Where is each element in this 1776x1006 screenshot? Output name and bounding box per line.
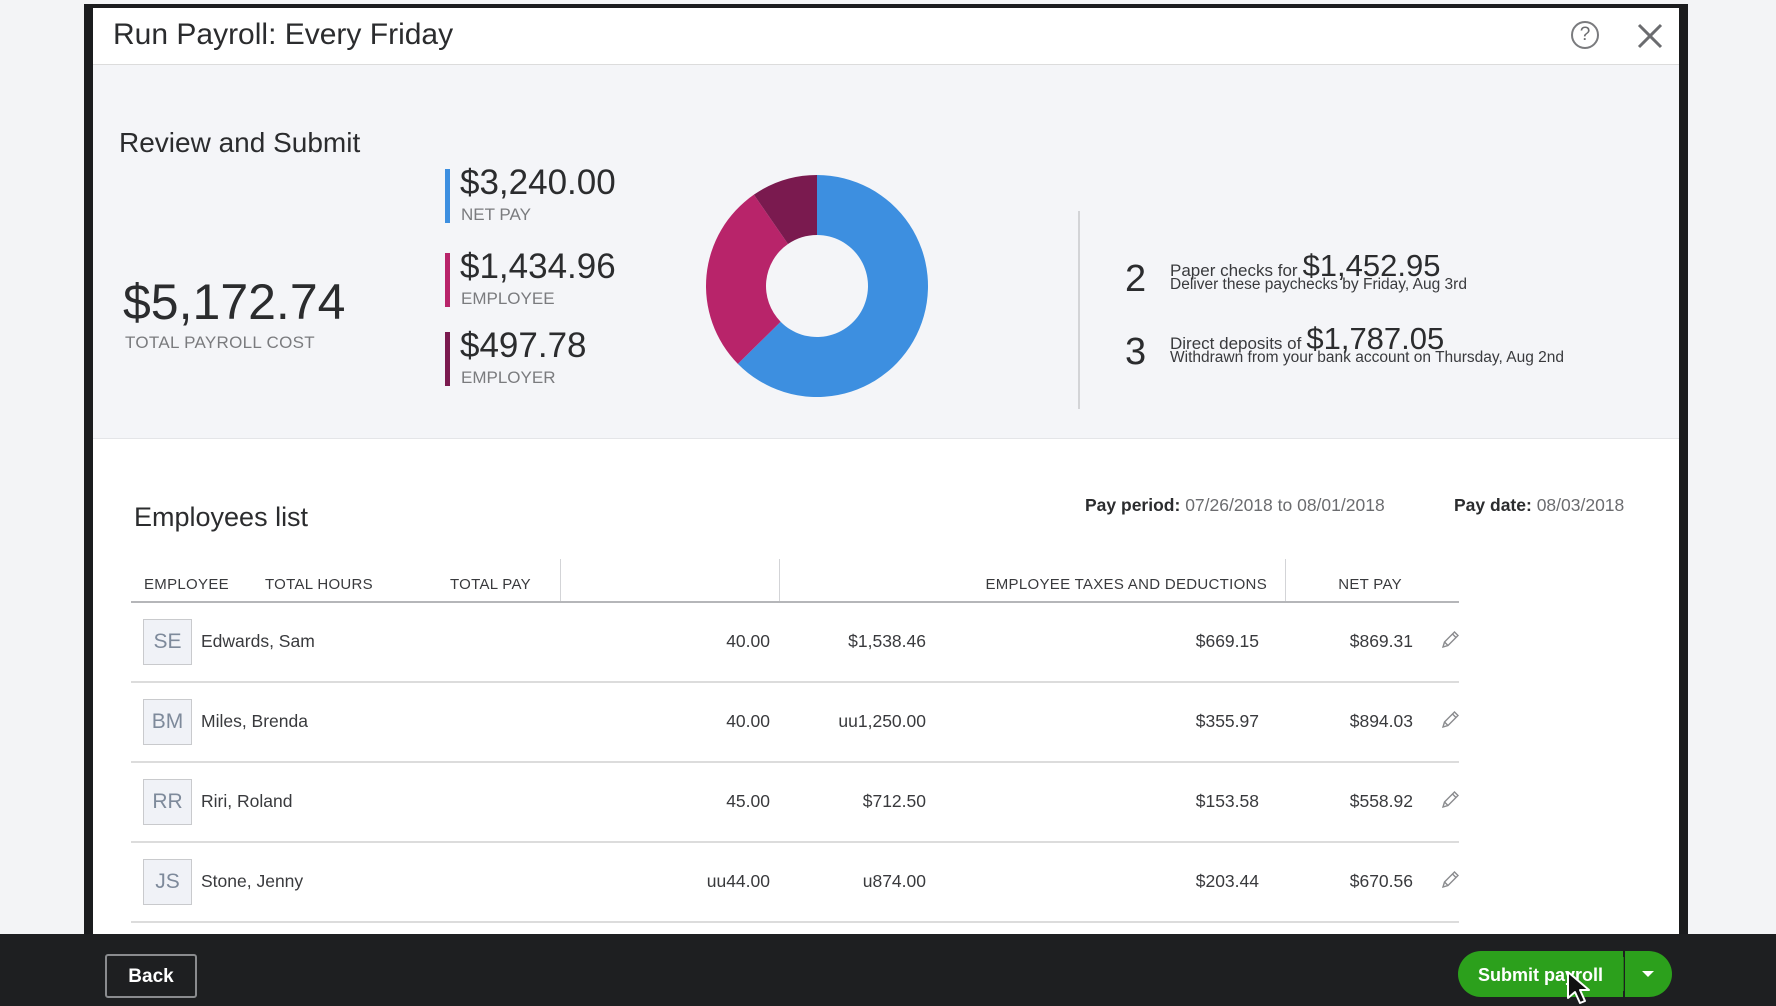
- net-pay-cell: $558.92: [1349, 791, 1413, 811]
- net-pay-cell: $869.31: [1349, 631, 1413, 651]
- employer-color-bar: [445, 332, 450, 386]
- total-hours-cell: 40.00: [726, 711, 770, 731]
- paper-checks-count: 2: [1125, 258, 1147, 300]
- submit-payroll-button[interactable]: Submit payroll: [1458, 951, 1623, 997]
- column-separator: [1285, 559, 1286, 601]
- employer-amount: $497.78: [460, 326, 587, 365]
- net-pay-cell: $670.56: [1349, 871, 1413, 891]
- summary-divider: [1078, 211, 1080, 409]
- total-hours-cell: uu44.00: [706, 871, 770, 891]
- pay-date-value: 08/03/2018: [1536, 495, 1625, 515]
- pencil-icon[interactable]: [1439, 869, 1461, 891]
- employee-name[interactable]: Edwards, Sam: [201, 631, 315, 652]
- dialog-title: Run Payroll: Every Friday: [113, 18, 454, 51]
- employer-label: EMPLOYER: [461, 368, 556, 387]
- column-header-employee[interactable]: EMPLOYEE: [144, 576, 229, 593]
- net-pay-label: NET PAY: [461, 205, 531, 224]
- total-hours-cell: 45.00: [726, 791, 770, 811]
- taxes-cell: $153.58: [1195, 791, 1259, 811]
- employee-color-bar: [445, 253, 450, 307]
- caret-down-icon: [1642, 971, 1654, 977]
- column-header-total-hours[interactable]: TOTAL HOURS: [265, 576, 373, 593]
- taxes-cell: $203.44: [1195, 871, 1259, 891]
- total-pay-cell: u874.00: [862, 871, 926, 891]
- section-title: Review and Submit: [119, 127, 361, 158]
- pay-period-label: Pay period:: [1085, 495, 1181, 515]
- pay-period-value: 07/26/2018 to 08/01/2018: [1185, 495, 1385, 515]
- avatar: SE: [143, 619, 192, 665]
- taxes-cell: $669.15: [1195, 631, 1259, 651]
- close-icon[interactable]: [1634, 20, 1666, 52]
- table-header: EMPLOYEE TOTAL HOURS TOTAL PAY EMPLOYEE …: [131, 559, 1459, 603]
- pencil-icon[interactable]: [1439, 709, 1461, 731]
- submit-options-dropdown[interactable]: [1623, 951, 1672, 997]
- pay-date: Pay date: 08/03/2018: [1454, 495, 1624, 516]
- total-hours-cell: 40.00: [726, 631, 770, 651]
- total-pay-cell: $1,538.46: [848, 631, 926, 651]
- employee-label: EMPLOYEE: [461, 289, 555, 308]
- column-header-total-pay[interactable]: TOTAL PAY: [450, 576, 531, 593]
- net-pay-color-bar: [445, 169, 450, 223]
- payroll-donut-chart: [706, 175, 928, 397]
- employees-table: EMPLOYEE TOTAL HOURS TOTAL PAY EMPLOYEE …: [131, 559, 1459, 942]
- pay-date-label: Pay date:: [1454, 495, 1532, 515]
- payroll-dialog: Run Payroll: Every Friday ? Review and S…: [93, 8, 1679, 942]
- table-row[interactable]: RR Riri, Roland 45.00 $712.50 $153.58 $5…: [131, 763, 1459, 843]
- avatar: BM: [143, 699, 192, 745]
- net-pay-amount: $3,240.00: [460, 163, 616, 202]
- column-separator: [560, 559, 561, 601]
- total-payroll-amount: $5,172.74: [123, 274, 346, 330]
- table-row[interactable]: JS Stone, Jenny uu44.00 u874.00 $203.44 …: [131, 843, 1459, 923]
- column-header-taxes-deductions[interactable]: EMPLOYEE TAXES AND DEDUCTIONS: [985, 576, 1267, 593]
- employee-amount: $1,434.96: [460, 247, 616, 286]
- payroll-summary: Review and Submit $5,172.74 TOTAL PAYROL…: [93, 65, 1679, 439]
- pencil-icon[interactable]: [1439, 789, 1461, 811]
- taxes-cell: $355.97: [1195, 711, 1259, 731]
- direct-deposits-note: Withdrawn from your bank account on Thur…: [1170, 349, 1565, 366]
- net-pay-cell: $894.03: [1349, 711, 1413, 731]
- column-separator: [779, 559, 780, 601]
- total-payroll-label: TOTAL PAYROLL COST: [125, 333, 315, 352]
- employee-name[interactable]: Miles, Brenda: [201, 711, 308, 732]
- paper-checks-note: Deliver these paychecks by Friday, Aug 3…: [1170, 276, 1467, 293]
- help-icon[interactable]: ?: [1571, 21, 1599, 49]
- employees-list-title: Employees list: [134, 502, 309, 532]
- pay-period: Pay period: 07/26/2018 to 08/01/2018: [1085, 495, 1385, 516]
- dialog-titlebar: Run Payroll: Every Friday ?: [93, 8, 1679, 65]
- table-row[interactable]: BM Miles, Brenda 40.00 uu1,250.00 $355.9…: [131, 683, 1459, 763]
- pencil-icon[interactable]: [1439, 629, 1461, 651]
- employee-name[interactable]: Riri, Roland: [201, 791, 292, 812]
- mouse-pointer-icon: [1567, 971, 1590, 1004]
- employee-name[interactable]: Stone, Jenny: [201, 871, 303, 892]
- avatar: RR: [143, 779, 192, 825]
- table-row[interactable]: SE Edwards, Sam 40.00 $1,538.46 $669.15 …: [131, 603, 1459, 683]
- direct-deposits-count: 3: [1125, 331, 1147, 373]
- total-pay-cell: uu1,250.00: [838, 711, 926, 731]
- column-header-net-pay[interactable]: NET PAY: [1338, 576, 1402, 593]
- avatar: JS: [143, 859, 192, 905]
- total-pay-cell: $712.50: [862, 791, 926, 811]
- back-button[interactable]: Back: [105, 954, 197, 998]
